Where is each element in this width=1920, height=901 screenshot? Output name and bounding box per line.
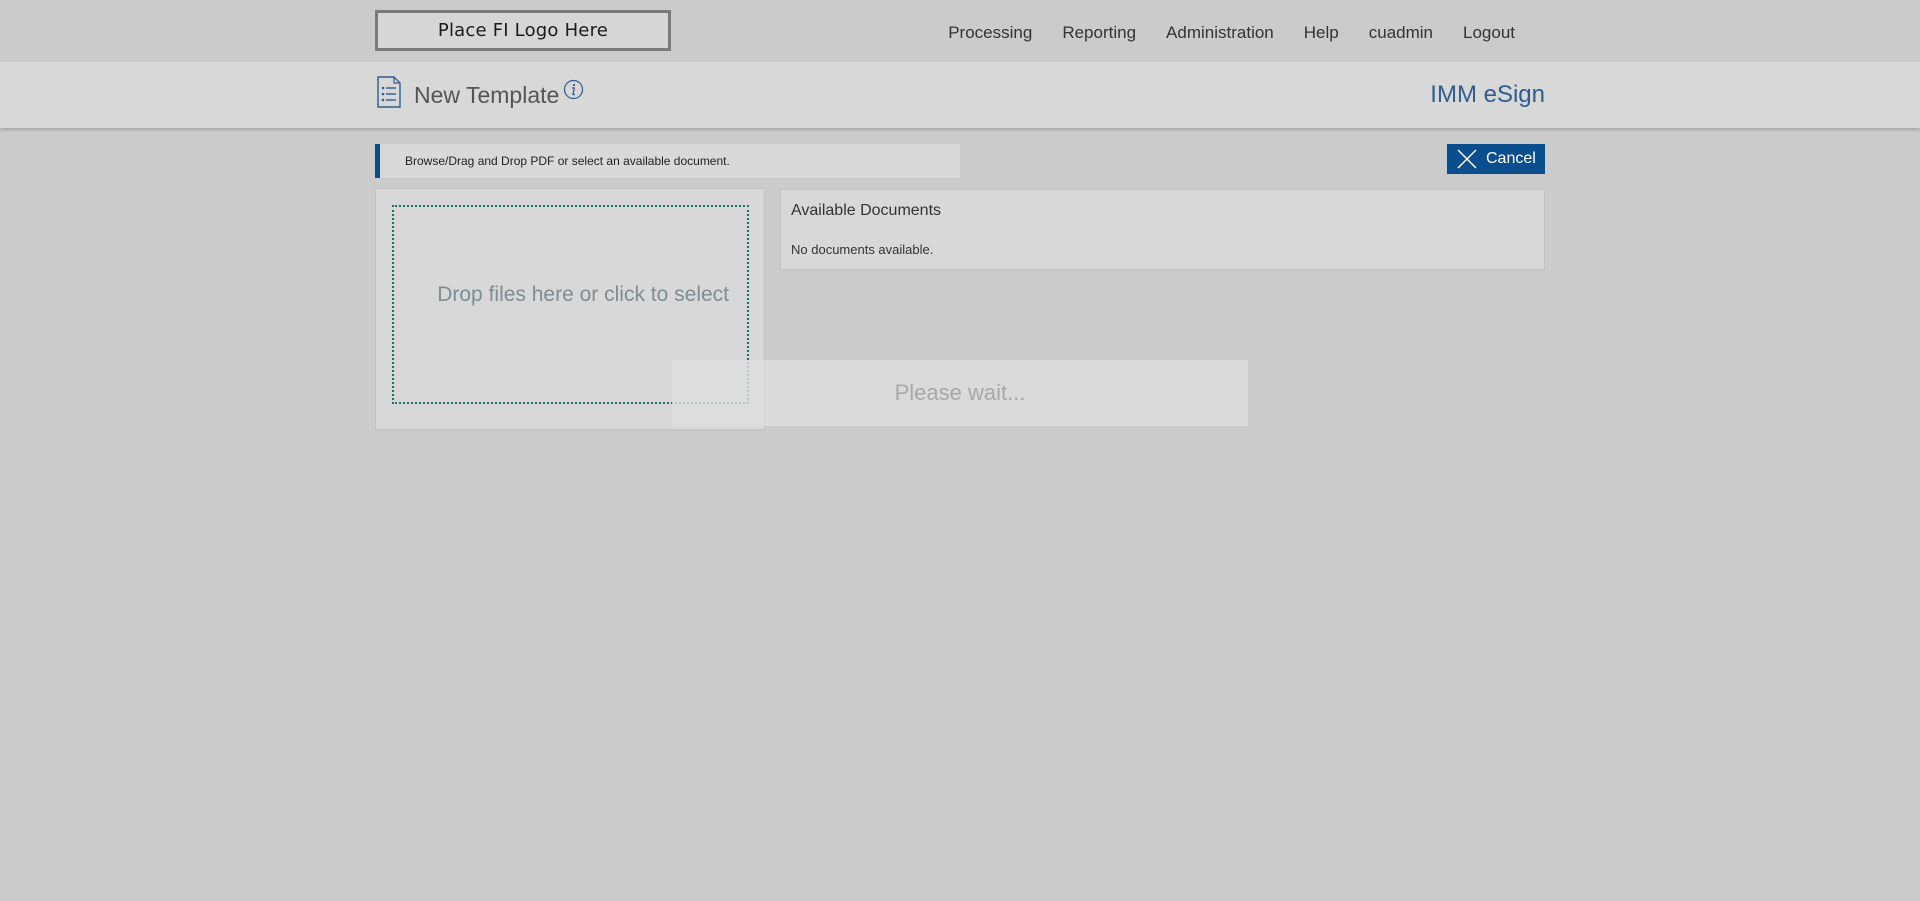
cancel-label: Cancel bbox=[1486, 150, 1536, 167]
cancel-button[interactable]: Cancel bbox=[1447, 144, 1545, 174]
page-title: New Template bbox=[414, 82, 560, 108]
brand-title: IMM eSign bbox=[1430, 81, 1545, 108]
info-icon[interactable] bbox=[563, 79, 584, 100]
nav-logout[interactable]: Logout bbox=[1448, 20, 1530, 46]
nav-processing[interactable]: Processing bbox=[933, 20, 1047, 46]
drop-zone-text: Drop files here or click to select bbox=[437, 282, 729, 306]
page: Place FI Logo Here Processing Reporting … bbox=[0, 0, 1920, 901]
nav-help[interactable]: Help bbox=[1289, 20, 1354, 46]
nav-administration[interactable]: Administration bbox=[1151, 20, 1289, 46]
please-wait-overlay: Please wait... bbox=[672, 360, 1248, 426]
no-documents-message: No documents available. bbox=[791, 242, 934, 257]
instruction-banner: Browse/Drag and Drop PDF or select an av… bbox=[375, 144, 960, 178]
nav-reporting[interactable]: Reporting bbox=[1047, 20, 1151, 46]
sub-header: New Template IMM eSign bbox=[0, 62, 1920, 128]
close-icon bbox=[1457, 149, 1477, 169]
logo-placeholder: Place FI Logo Here bbox=[375, 10, 671, 51]
top-header: Place FI Logo Here Processing Reporting … bbox=[0, 0, 1920, 62]
available-documents-panel: Available Documents No documents availab… bbox=[780, 189, 1545, 270]
available-documents-title: Available Documents bbox=[791, 202, 942, 219]
nav-user[interactable]: cuadmin bbox=[1354, 20, 1448, 46]
main-nav: Processing Reporting Administration Help… bbox=[933, 20, 1530, 46]
document-list-icon bbox=[377, 76, 401, 108]
